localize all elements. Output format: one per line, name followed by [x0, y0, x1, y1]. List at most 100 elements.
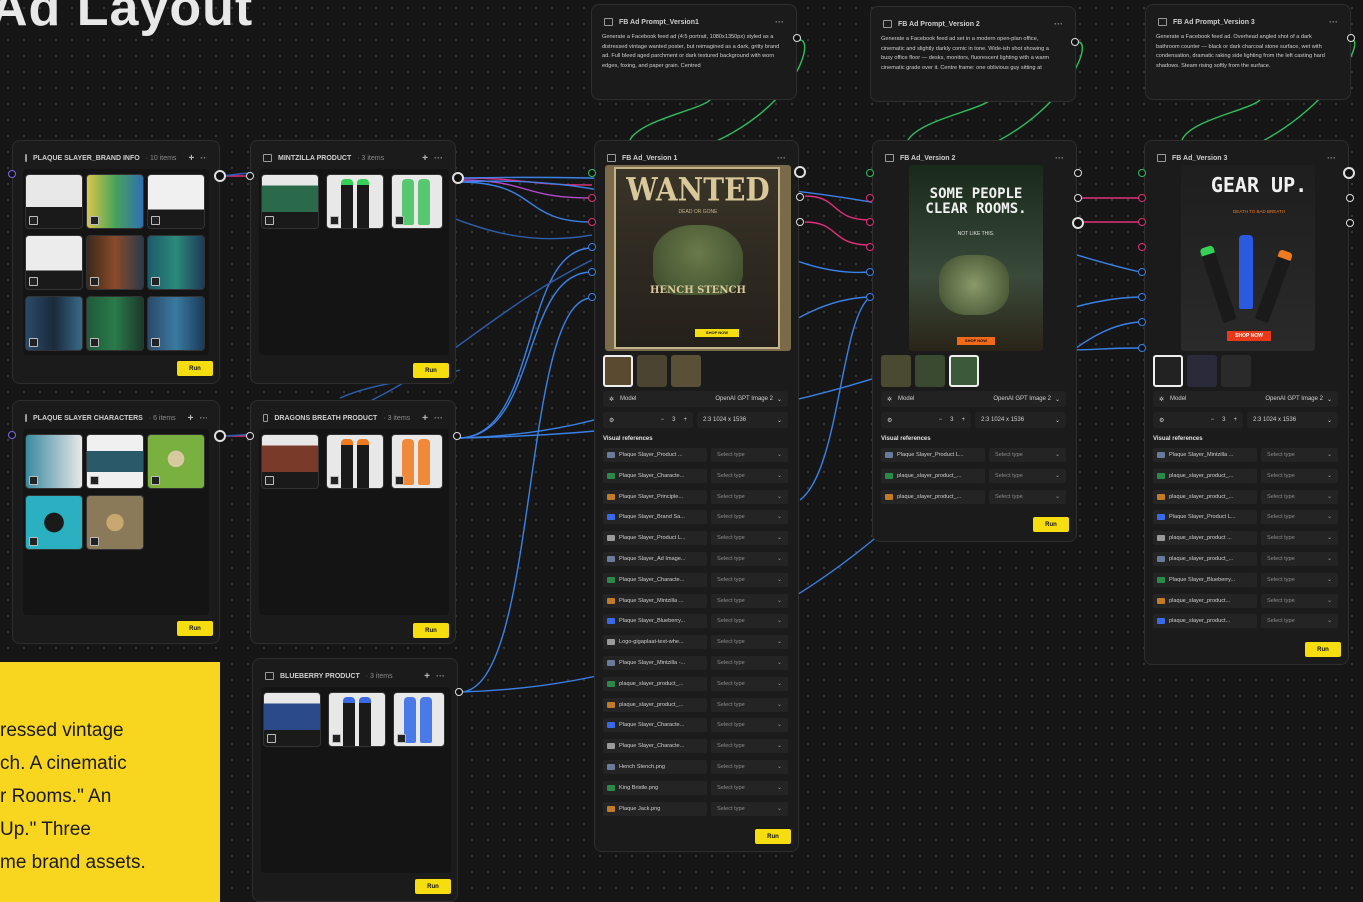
plus-icon[interactable]: + [1233, 417, 1237, 423]
variant-thumb-selected[interactable] [603, 355, 633, 387]
run-button[interactable]: Run [1033, 517, 1069, 532]
input-port[interactable] [1138, 169, 1146, 177]
reference-file[interactable]: plaque_slayer_product ... [1153, 531, 1257, 546]
asset-thumb[interactable] [326, 174, 384, 229]
count-stepper[interactable]: ⚙ − 3 + [603, 412, 693, 428]
input-port[interactable] [1138, 194, 1146, 202]
variant-thumb[interactable] [1187, 355, 1217, 387]
run-button[interactable]: Run [177, 361, 213, 376]
input-port[interactable] [866, 243, 874, 251]
type-select[interactable]: Select type ⌄ [989, 468, 1066, 483]
input-port[interactable] [866, 293, 874, 301]
input-port[interactable] [866, 218, 874, 226]
reference-file[interactable]: plaque_slayer_product_... [1153, 552, 1257, 566]
input-port[interactable] [866, 268, 874, 276]
type-select[interactable]: Select type ⌄ [1261, 468, 1338, 483]
asset-thumb[interactable] [86, 235, 144, 290]
model-select[interactable]: ✲ Model OpenAI GPT Image 2 ⌄ [1153, 391, 1338, 407]
add-icon[interactable]: + [424, 671, 430, 682]
reference-file[interactable]: Plaque Slayer_Characte... [603, 718, 707, 733]
minus-icon[interactable]: − [939, 417, 943, 423]
reference-file[interactable]: plaque_slayer_product_... [603, 676, 707, 691]
run-button[interactable]: Run [415, 879, 451, 894]
asset-thumb[interactable] [147, 296, 205, 351]
output-port[interactable] [453, 432, 461, 440]
type-select[interactable]: Select type ⌄ [711, 448, 788, 462]
reference-file[interactable]: plaque_slayer_product_... [1153, 489, 1257, 504]
input-port[interactable] [1138, 268, 1146, 276]
prompt-text[interactable]: Generate a Facebook feed ad. Overhead an… [1156, 33, 1336, 71]
input-port[interactable] [1138, 218, 1146, 226]
type-select[interactable]: Select type ⌄ [1261, 510, 1338, 525]
reference-file[interactable]: Plaque Jack.png [603, 801, 707, 816]
type-select[interactable]: Select type ⌄ [711, 593, 788, 608]
asset-thumb[interactable] [25, 434, 83, 489]
reference-file[interactable]: Plaque Slayer_Brand Sa... [603, 510, 707, 525]
reference-file[interactable]: Plaque Slayer_Mintzilla -... [603, 656, 707, 670]
type-select[interactable]: Select type ⌄ [711, 801, 788, 816]
generated-image-preview[interactable]: GEAR UP. DEATH TO BAD BREATH SHOP NOW [1181, 165, 1315, 351]
minus-icon[interactable]: − [1211, 417, 1215, 423]
asset-thumb[interactable] [263, 692, 321, 747]
reference-file[interactable]: Plaque Slayer_Characte... [603, 468, 707, 483]
model-select[interactable]: ✲ Model OpenAI GPT Image 2 ⌄ [881, 391, 1066, 407]
more-icon[interactable]: ··· [1327, 153, 1336, 163]
type-select[interactable]: Select type ⌄ [711, 489, 788, 504]
run-button[interactable]: Run [755, 829, 791, 844]
output-port[interactable] [214, 170, 226, 182]
reference-file[interactable]: Plaque Slayer_Product L... [603, 531, 707, 546]
output-port[interactable] [796, 193, 804, 201]
asset-thumb[interactable] [147, 235, 205, 290]
input-port[interactable] [1138, 293, 1146, 301]
reference-file[interactable]: Logo-gigaplaat-text-whe... [603, 635, 707, 650]
asset-thumb[interactable] [86, 434, 144, 489]
sticky-note[interactable]: ressed vintage ch. A cinematic r Rooms."… [0, 662, 220, 902]
type-select[interactable]: Select type ⌄ [711, 531, 788, 546]
output-port[interactable] [1347, 34, 1355, 42]
asset-thumb[interactable] [391, 434, 443, 489]
input-port[interactable] [588, 243, 596, 251]
type-select[interactable]: Select type ⌄ [711, 718, 788, 733]
input-port[interactable] [588, 194, 596, 202]
type-select[interactable]: Select type ⌄ [711, 697, 788, 712]
run-button[interactable]: Run [413, 363, 449, 378]
variant-thumb[interactable] [1221, 355, 1251, 387]
more-icon[interactable]: ··· [777, 153, 786, 163]
type-select[interactable]: Select type ⌄ [711, 760, 788, 774]
add-icon[interactable]: + [422, 153, 428, 164]
plus-icon[interactable]: + [683, 417, 687, 423]
group-blueberry[interactable]: BLUEBERRY PRODUCT · 3 items + ··· Run [252, 658, 458, 902]
plus-icon[interactable]: + [961, 417, 965, 423]
reference-file[interactable]: Plaque Slayer_Mintzilla ... [1153, 448, 1257, 462]
asset-thumb[interactable] [86, 296, 144, 351]
type-select[interactable]: Select type ⌄ [1261, 593, 1338, 608]
asset-thumb[interactable] [25, 495, 83, 550]
type-select[interactable]: Select type ⌄ [1261, 531, 1338, 546]
ratio-select[interactable]: 2:3 1024 x 1536 ⌄ [975, 412, 1066, 428]
prompt-text[interactable]: Generate a Facebook feed ad set in a mod… [881, 35, 1061, 73]
reference-file[interactable]: Plaque Slayer_Principle... [603, 489, 707, 504]
asset-thumb[interactable] [25, 174, 83, 229]
add-icon[interactable]: + [422, 413, 428, 424]
type-select[interactable]: Select type ⌄ [711, 510, 788, 525]
output-port[interactable] [794, 166, 806, 178]
type-select[interactable]: Select type ⌄ [989, 489, 1066, 504]
more-icon[interactable]: ··· [200, 413, 208, 423]
run-button[interactable]: Run [1305, 642, 1341, 657]
type-select[interactable]: Select type ⌄ [1261, 489, 1338, 504]
asset-thumb[interactable] [393, 692, 445, 747]
output-port[interactable] [1074, 194, 1082, 202]
asset-thumb[interactable] [147, 174, 205, 229]
input-port[interactable] [8, 431, 16, 439]
more-icon[interactable]: ··· [1329, 17, 1338, 27]
reference-file[interactable]: plaque_slayer_product_... [881, 468, 985, 483]
input-port[interactable] [246, 172, 254, 180]
type-select[interactable]: Select type ⌄ [711, 614, 788, 629]
reference-file[interactable]: Hench Stench.png [603, 760, 707, 774]
asset-thumb[interactable] [326, 434, 384, 489]
prompt-node-1[interactable]: FB Ad Prompt_Version1 ··· Generate a Fac… [591, 4, 797, 100]
reference-file[interactable]: Plaque Slayer_Product ... [603, 448, 707, 462]
generated-image-preview[interactable]: SOME PEOPLE CLEAR ROOMS. NOT LIKE THIS. … [909, 165, 1043, 351]
minus-icon[interactable]: − [661, 417, 665, 423]
asset-thumb[interactable] [261, 174, 319, 229]
